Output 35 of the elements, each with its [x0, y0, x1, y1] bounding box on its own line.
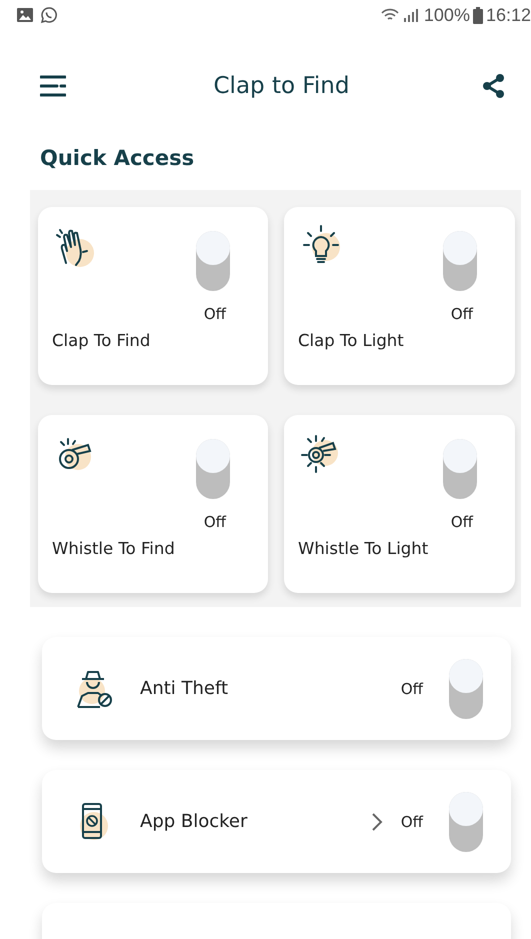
- toggle-state: Off: [400, 680, 423, 698]
- quick-access-card[interactable]: Off Whistle To Find: [38, 415, 268, 593]
- card-label: Whistle To Light: [298, 539, 430, 558]
- battery-percent: 100%: [424, 4, 470, 26]
- toggle-state: Off: [204, 305, 226, 323]
- clock: 16:12: [486, 4, 531, 26]
- feature-card[interactable]: Anti Theft Off: [42, 637, 511, 740]
- toggle-state: Off: [450, 513, 473, 531]
- signal-icon: [402, 7, 421, 23]
- toggle-switch[interactable]: [196, 439, 230, 499]
- card-label: Clap To Find: [52, 331, 152, 350]
- menu-icon[interactable]: [40, 74, 66, 98]
- feature-card[interactable]: App Blocker Off: [42, 770, 511, 873]
- share-icon[interactable]: [480, 73, 507, 99]
- battery-icon: [472, 6, 483, 24]
- feature-label: Anti Theft: [140, 678, 230, 699]
- toggle-switch[interactable]: [443, 439, 477, 499]
- section-title: Quick Access: [40, 146, 196, 170]
- feature-label: App Blocker: [140, 811, 248, 832]
- toggle-switch[interactable]: [449, 658, 483, 718]
- quick-access-card[interactable]: Off Clap To Find: [38, 207, 268, 385]
- toggle-switch[interactable]: [443, 231, 477, 291]
- card-label: Whistle To Find: [52, 539, 176, 558]
- toggle-switch[interactable]: [449, 792, 483, 852]
- toggle-switch[interactable]: [196, 231, 230, 291]
- chat-icon: [40, 6, 58, 24]
- toggle-state: Off: [204, 513, 226, 531]
- toggle-state: Off: [450, 305, 473, 323]
- quick-access-card[interactable]: Off Clap To Light: [284, 207, 515, 385]
- card-label: Clap To Light: [298, 331, 405, 350]
- toggle-state: Off: [400, 812, 423, 830]
- app-title: Clap to Find: [214, 73, 350, 99]
- chevron-right-icon[interactable]: [370, 812, 383, 832]
- quick-access-card[interactable]: Off Whistle To Light: [284, 415, 515, 593]
- gallery-icon: [16, 7, 34, 23]
